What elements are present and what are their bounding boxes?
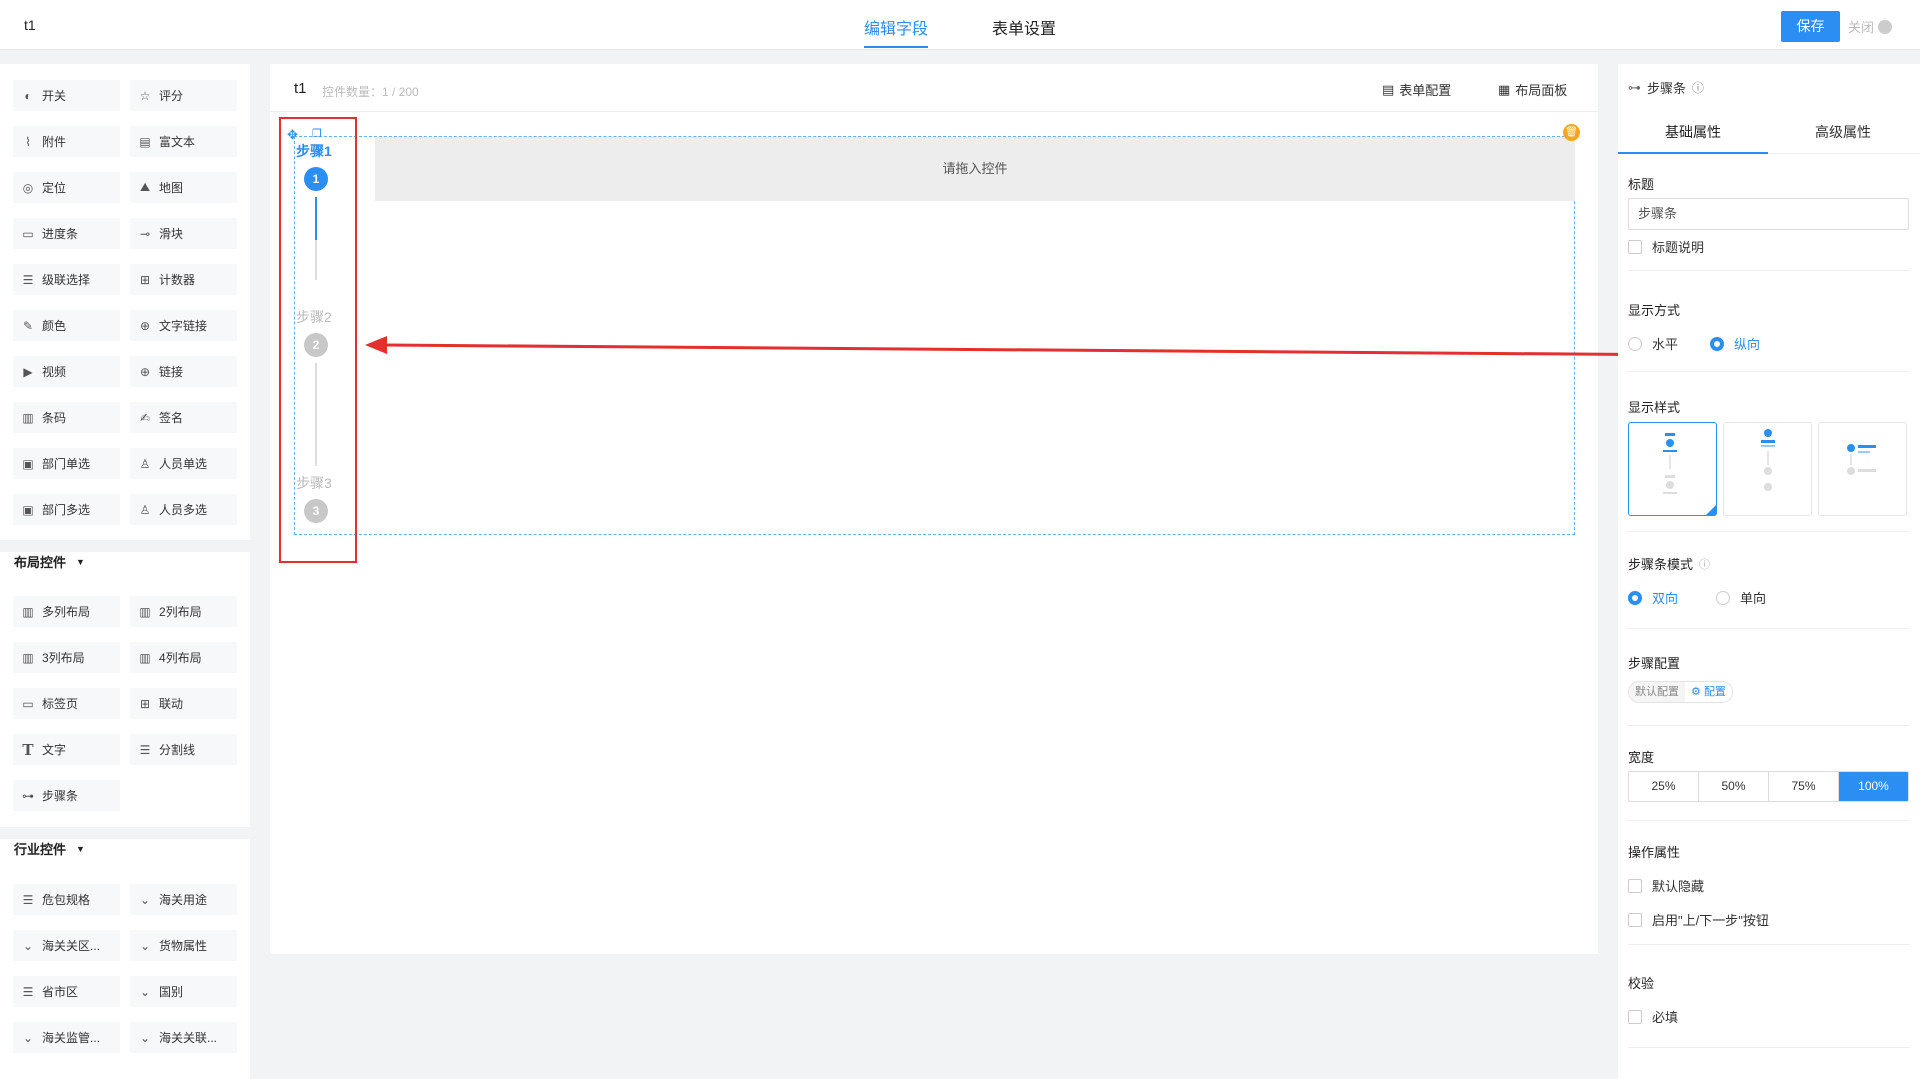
props-header-label: 步骤条	[1647, 81, 1687, 96]
steps-mode-label: 步骤条模式	[1628, 557, 1694, 572]
section-divider	[1628, 270, 1910, 271]
info-icon[interactable]: ⓘ	[1692, 79, 1704, 96]
style-preview-2	[1761, 429, 1775, 491]
width-label: 宽度	[1628, 750, 1655, 765]
section-divider	[1628, 1047, 1910, 1048]
display-style-label: 显示样式	[1628, 400, 1681, 415]
width-option-100[interactable]: 100%	[1839, 772, 1908, 801]
width-option-75[interactable]: 75%	[1769, 772, 1839, 801]
title-desc-checkbox[interactable]: 标题说明	[1628, 237, 1704, 256]
op-props-label: 操作属性	[1628, 845, 1681, 860]
steps-config-label: 步骤配置	[1628, 656, 1681, 671]
radio-horizontal[interactable]: 水平	[1628, 334, 1678, 353]
title-desc-label: 标题说明	[1652, 240, 1705, 255]
radio-circle-selected[interactable]	[1628, 590, 1642, 605]
info-icon[interactable]: ⓘ	[1699, 556, 1710, 572]
default-hidden-label: 默认隐藏	[1652, 879, 1705, 894]
steps-icon: ⊶	[1628, 79, 1641, 95]
radio-circle-selected[interactable]	[1710, 336, 1724, 351]
radio-unidirectional[interactable]: 单向	[1716, 588, 1766, 607]
radio-unidirectional-label: 单向	[1740, 591, 1767, 606]
radio-vertical-label: 纵向	[1734, 337, 1761, 352]
radio-vertical[interactable]: 纵向	[1710, 334, 1760, 353]
width-selector[interactable]: 25% 50% 75% 100%	[1628, 771, 1909, 802]
properties-panel: ⊶ 步骤条 ⓘ 基础属性 高级属性 标题 步骤条 标题说明 显示方式 水平 纵向…	[1618, 64, 1920, 1079]
custom-config-option[interactable]: ⚙ 配置	[1685, 682, 1732, 702]
width-option-50[interactable]: 50%	[1699, 772, 1769, 801]
props-header: ⊶ 步骤条 ⓘ	[1628, 78, 1704, 97]
config-gear-icon: ⚙	[1691, 686, 1701, 698]
section-divider	[1628, 371, 1910, 372]
section-divider	[1628, 944, 1910, 945]
required-label: 必填	[1652, 1010, 1679, 1025]
validate-label: 校验	[1628, 976, 1655, 991]
arrow-shaft	[384, 343, 1698, 357]
prev-next-label: 启用"上/下一步"按钮	[1652, 913, 1769, 928]
width-option-25[interactable]: 25%	[1629, 772, 1699, 801]
title-section-label: 标题	[1628, 177, 1655, 192]
prev-next-checkbox[interactable]: 启用"上/下一步"按钮	[1628, 910, 1769, 929]
checkbox-box[interactable]	[1628, 912, 1642, 927]
default-hidden-checkbox[interactable]: 默认隐藏	[1628, 876, 1704, 895]
section-divider	[1628, 820, 1910, 821]
style-preview-3	[1847, 444, 1876, 475]
arrow-head	[365, 336, 387, 354]
steps-mode-title: 步骤条模式 ⓘ	[1628, 554, 1710, 573]
checkbox-box[interactable]	[1628, 878, 1642, 893]
section-divider	[1628, 725, 1910, 726]
radio-circle[interactable]	[1716, 590, 1730, 605]
steps-config-toggle[interactable]: 默认配置 ⚙ 配置	[1628, 681, 1733, 703]
style-option-2[interactable]	[1723, 422, 1812, 516]
style-option-3[interactable]	[1818, 422, 1907, 516]
checkbox-box[interactable]	[1628, 239, 1642, 254]
style-preview-1	[1663, 433, 1716, 515]
active-tab-indicator	[1618, 152, 1768, 154]
radio-bidirectional-label: 双向	[1652, 591, 1679, 606]
required-checkbox[interactable]: 必填	[1628, 1007, 1678, 1026]
default-config-option[interactable]: 默认配置	[1629, 682, 1685, 702]
section-divider	[1628, 628, 1910, 629]
display-mode-label: 显示方式	[1628, 303, 1681, 318]
style-option-1[interactable]	[1628, 422, 1717, 516]
checkbox-box[interactable]	[1628, 1009, 1642, 1024]
tab-basic-props[interactable]: 基础属性	[1618, 122, 1768, 142]
tab-advanced-props[interactable]: 高级属性	[1768, 122, 1918, 142]
section-divider	[1628, 531, 1910, 532]
config-option-label: 配置	[1703, 686, 1726, 698]
radio-horizontal-label: 水平	[1652, 337, 1679, 352]
radio-circle[interactable]	[1628, 336, 1642, 351]
title-input[interactable]: 步骤条	[1628, 198, 1909, 230]
radio-bidirectional[interactable]: 双向	[1628, 588, 1678, 607]
